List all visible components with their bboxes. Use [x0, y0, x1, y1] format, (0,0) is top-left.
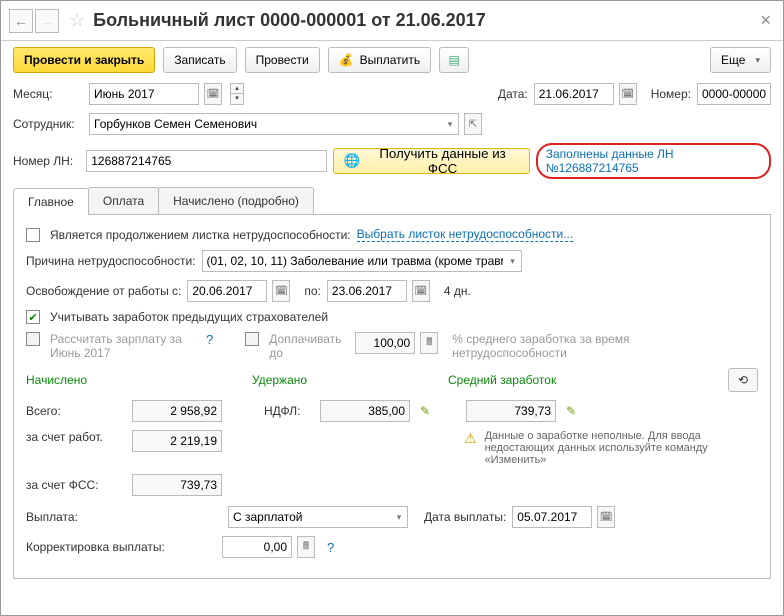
calc-icon[interactable]: 🖩	[297, 536, 315, 558]
continuation-checkbox[interactable]	[26, 228, 40, 242]
date-field[interactable]	[534, 83, 614, 105]
employer-field	[132, 430, 222, 452]
number-field[interactable]	[697, 83, 771, 105]
tab-content-main: Является продолжением листка нетрудоспос…	[13, 215, 771, 579]
pay-button[interactable]: 💰 Выплатить	[328, 47, 431, 73]
dropdown-icon[interactable]: ▾	[505, 251, 521, 271]
withheld-heading: Удержано	[252, 373, 442, 387]
warning-icon: ⚠	[464, 430, 477, 447]
correction-label: Корректировка выплаты:	[26, 540, 216, 554]
money-icon: 💰	[339, 53, 354, 67]
accrued-heading: Начислено	[26, 373, 246, 387]
spinner-up-icon[interactable]: ▴	[230, 83, 244, 94]
month-field[interactable]	[89, 83, 199, 105]
calc-icon: 🖩	[420, 332, 438, 354]
employer-label: за счет работ.	[26, 430, 126, 444]
tab-main[interactable]: Главное	[13, 188, 89, 215]
date-calendar-icon[interactable]: 🗓	[619, 83, 637, 105]
edit-ndfl-icon[interactable]: ✎	[416, 404, 434, 418]
pay-additional-label: Доплачивать до	[269, 332, 349, 360]
refresh-icon: ⟲	[738, 373, 748, 387]
correction-field[interactable]	[222, 536, 292, 558]
more-button[interactable]: Еще	[710, 47, 771, 73]
correction-help-icon[interactable]: ?	[327, 540, 334, 555]
tabs: Главное Оплата Начислено (подробно)	[13, 187, 771, 215]
prev-insurers-checkbox[interactable]: ✔	[26, 310, 40, 324]
recalc-salary-label: Рассчитать зарплату за Июнь 2017	[50, 332, 200, 360]
ln-number-field[interactable]	[86, 150, 327, 172]
month-calendar-icon[interactable]: 🗓	[204, 83, 222, 105]
ndfl-label: НДФЛ:	[264, 404, 314, 418]
prev-insurers-label: Учитывать заработок предыдущих страховат…	[50, 310, 328, 324]
close-icon[interactable]: ×	[756, 10, 775, 31]
toolbar: Провести и закрыть Записать Провести 💰 В…	[1, 41, 783, 79]
avg-earnings-field	[466, 400, 556, 422]
release-from-label: Освобождение от работы с:	[26, 284, 181, 298]
reason-label: Причина нетрудоспособности:	[26, 254, 196, 268]
calendar-icon[interactable]: 🗓	[272, 280, 290, 302]
nav-forward-button: →	[35, 9, 59, 33]
payout-label: Выплата:	[26, 510, 126, 524]
pay-additional-checkbox	[245, 332, 259, 346]
select-sick-leave-link[interactable]: Выбрать листок нетрудоспособности...	[357, 227, 574, 242]
fss-amount-label: за счет ФСС:	[26, 478, 126, 492]
calendar-icon[interactable]: 🗓	[597, 506, 615, 528]
recalc-help-icon[interactable]: ?	[206, 332, 213, 347]
avg-earnings-heading: Средний заработок	[448, 373, 598, 387]
post-and-close-button[interactable]: Провести и закрыть	[13, 47, 155, 73]
number-label: Номер:	[651, 87, 691, 101]
edit-avg-icon[interactable]: ✎	[562, 404, 580, 418]
extra-actions-button[interactable]: ▤	[439, 47, 469, 73]
post-button[interactable]: Провести	[245, 47, 320, 73]
ln-number-label: Номер ЛН:	[13, 154, 80, 168]
ndfl-field	[320, 400, 410, 422]
percent-field	[355, 332, 415, 354]
globe-icon: 🌐	[344, 153, 361, 169]
continuation-label: Является продолжением листка нетрудоспос…	[50, 228, 351, 242]
release-to-label: по:	[304, 284, 321, 298]
favorite-star-icon[interactable]: ☆	[69, 10, 85, 31]
release-from-field[interactable]	[187, 280, 267, 302]
total-label: Всего:	[26, 404, 126, 418]
dropdown-icon[interactable]: ▾	[391, 507, 407, 527]
titlebar: ← → ☆ Больничный лист 0000-000001 от 21.…	[1, 1, 783, 41]
refresh-button[interactable]: ⟲	[728, 368, 758, 392]
document-icon: ▤	[448, 53, 459, 67]
month-label: Месяц:	[13, 87, 83, 101]
employee-field[interactable]: ▾	[89, 113, 459, 135]
dropdown-icon[interactable]: ▾	[442, 114, 458, 134]
get-fss-data-button[interactable]: 🌐 Получить данные из ФСС	[333, 148, 530, 174]
ln-data-filled-link[interactable]: Заполнены данные ЛН №126887214765	[536, 143, 771, 179]
release-days: 4 дн.	[444, 284, 471, 298]
total-field	[132, 400, 222, 422]
nav-back-button[interactable]: ←	[9, 9, 33, 33]
payout-type-field[interactable]: ▾	[228, 506, 408, 528]
earnings-warning: ⚠ Данные о заработке неполные. Для ввода…	[464, 430, 744, 466]
open-employee-icon[interactable]: ⇱	[464, 113, 482, 135]
payout-date-field[interactable]	[512, 506, 592, 528]
tab-payment[interactable]: Оплата	[88, 187, 159, 214]
recalc-salary-checkbox	[26, 332, 40, 346]
reason-field[interactable]: ▾	[202, 250, 522, 272]
fss-amount-field	[132, 474, 222, 496]
tab-accrued[interactable]: Начислено (подробно)	[158, 187, 314, 214]
spinner-down-icon[interactable]: ▾	[230, 94, 244, 105]
window-title: Больничный лист 0000-000001 от 21.06.201…	[93, 10, 486, 31]
percent-hint: % среднего заработка за время нетрудоспо…	[452, 332, 652, 360]
date-label: Дата:	[498, 87, 528, 101]
payout-date-label: Дата выплаты:	[424, 510, 506, 524]
calendar-icon[interactable]: 🗓	[412, 280, 430, 302]
month-spinner[interactable]: ▴ ▾	[230, 83, 244, 105]
release-to-field[interactable]	[327, 280, 407, 302]
employee-label: Сотрудник:	[13, 117, 83, 131]
save-button[interactable]: Записать	[163, 47, 236, 73]
